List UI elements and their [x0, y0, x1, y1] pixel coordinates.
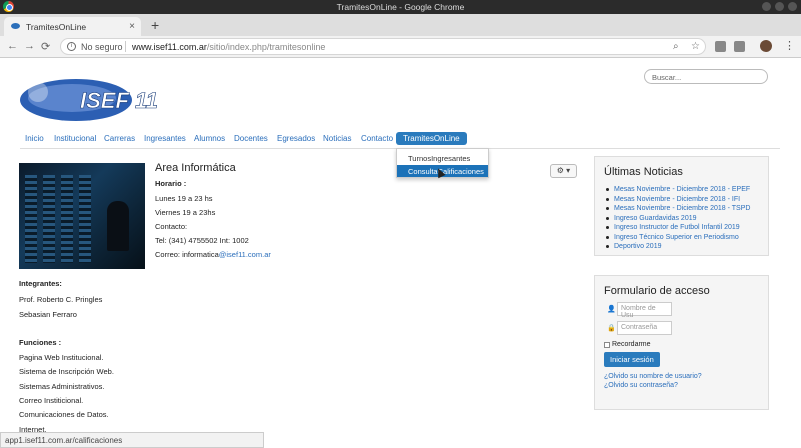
funcion-item: Comunicaciones de Datos.	[19, 410, 109, 419]
noticia-link[interactable]: Mesas Noviembre - Diciembre 2018 - IFI	[604, 195, 759, 205]
security-label: No seguro	[81, 42, 123, 52]
address-separator	[125, 41, 126, 52]
noticia-link[interactable]: Ingreso Guardavidas 2019	[604, 214, 759, 224]
funcion-item: Sistema de Inscripción Web.	[19, 367, 114, 376]
noticias-list: Mesas Noviembre - Diciembre 2018 - EPEF …	[604, 185, 759, 252]
zoom-icon[interactable]: ⌕	[673, 41, 679, 52]
new-tab-button[interactable]: +	[151, 17, 159, 33]
extension-icon[interactable]	[715, 41, 726, 52]
menu-item-noticias[interactable]: Noticias	[323, 134, 351, 143]
noticia-link[interactable]: Ingreso Técnico Superior en Periodismo	[604, 233, 759, 243]
server-rack	[43, 175, 55, 263]
user-icon: 👤	[607, 306, 616, 313]
lock-icon: 🔒	[607, 325, 616, 332]
maximize-button[interactable]	[775, 2, 784, 11]
tab-tramitesonline[interactable]: TramitesOnLine ×	[4, 17, 141, 36]
web-page: ISEF 11 Buscar... Inicio Institucional C…	[0, 58, 801, 448]
tab-close-icon[interactable]: ×	[129, 21, 135, 32]
menu-item-docentes[interactable]: Docentes	[234, 134, 268, 143]
chrome-menu-icon[interactable]: ⋮	[784, 39, 795, 52]
server-rack	[61, 175, 73, 263]
login-button[interactable]: Iniciar sesión	[604, 352, 660, 367]
noticia-link-text: Deportivo 2019	[614, 243, 662, 250]
menu-item-egresados[interactable]: Egresados	[277, 134, 315, 143]
tab-strip: TramitesOnLine × +	[0, 14, 801, 36]
menu-item-alumnos[interactable]: Alumnos	[194, 134, 225, 143]
hours-line-1: Lunes 19 a 23 hs	[155, 194, 213, 203]
integrantes-title: Integrantes:	[19, 279, 62, 288]
phone-text: Tel: (341) 4755502 Int: 1002	[155, 236, 249, 245]
funcion-item: Pagina Web Institucional.	[19, 353, 104, 362]
search-input[interactable]: Buscar...	[644, 69, 768, 84]
url-path: /sitio/index.php/tramitesonline	[206, 42, 326, 52]
member-item: Sebasian Ferraro	[19, 310, 77, 319]
window-title: TramitesOnLine - Google Chrome	[336, 2, 465, 12]
noticia-link[interactable]: Ingreso Instructor de Futbol Infantil 20…	[604, 223, 759, 233]
noticias-title: Últimas Noticias	[604, 166, 683, 178]
menu-item-institucional[interactable]: Institucional	[54, 134, 96, 143]
dropdown-item-turnos[interactable]: TurnosIngresantes	[397, 152, 488, 164]
forgot-username-link[interactable]: ¿Olvido su nombre de usuario?	[604, 373, 702, 380]
close-window-button[interactable]	[788, 2, 797, 11]
address-url: www.isef11.com.ar/sitio/index.php/tramit…	[132, 42, 325, 52]
password-input[interactable]: Contraseña	[617, 321, 672, 335]
login-title: Formulario de acceso	[604, 285, 710, 297]
area-title: Area Informática	[155, 162, 236, 174]
extension-icon[interactable]	[734, 41, 745, 52]
reload-icon[interactable]: ⟳	[41, 40, 50, 53]
noticia-link-continuation[interactable]: Deportivo 2019	[604, 242, 759, 252]
horario-label: Horario :	[155, 179, 187, 188]
funcion-item: Correo Institicional.	[19, 396, 84, 405]
server-room-photo	[19, 163, 145, 269]
server-rack	[25, 175, 37, 263]
options-gear-button[interactable]: ⚙ ▾	[550, 164, 577, 178]
email-text: Correo: informatica@isef11.com.ar	[155, 250, 271, 259]
funcion-item: Sistemas Administrativos.	[19, 382, 105, 391]
menu-item-tramitesonline[interactable]: TramitesOnLine	[396, 132, 467, 145]
address-bar[interactable]: i No seguro www.isef11.com.ar/sitio/inde…	[60, 38, 706, 55]
username-input[interactable]: Nombre de Usu	[617, 302, 672, 319]
forward-icon[interactable]: →	[24, 40, 35, 52]
window-titlebar: TramitesOnLine - Google Chrome	[0, 0, 801, 14]
info-icon[interactable]: i	[67, 42, 76, 51]
menu-item-contacto[interactable]: Contacto	[361, 134, 393, 143]
menu-item-inicio[interactable]: Inicio	[25, 134, 44, 143]
browser-toolbar: ← → ⟳ i No seguro www.isef11.com.ar/siti…	[0, 36, 801, 58]
site-favicon-icon	[11, 23, 20, 29]
email-link[interactable]: @isef11.com.ar	[219, 250, 271, 259]
noticias-panel: Últimas Noticias Mesas Noviembre - Dicie…	[594, 156, 769, 256]
logo-text: ISEF 11	[80, 88, 158, 113]
forgot-password-link[interactable]: ¿Olvido su contraseña?	[604, 382, 678, 389]
url-domain: www.isef11.com.ar	[132, 42, 207, 52]
server-rack	[79, 175, 91, 263]
hours-line-2: Viernes 19 a 23hs	[155, 208, 216, 217]
back-icon[interactable]: ←	[7, 40, 18, 52]
person-silhouette	[107, 201, 129, 251]
minimize-button[interactable]	[762, 2, 771, 11]
email-prefix: Correo: informatica	[155, 250, 219, 259]
remember-label: Recordarme	[612, 341, 651, 348]
status-bar: app1.isef11.com.ar/calificaciones	[0, 432, 264, 448]
member-item: Prof. Roberto C. Pringles	[19, 295, 103, 304]
remember-checkbox[interactable]	[604, 342, 610, 348]
tab-label: TramitesOnLine	[26, 22, 87, 32]
contact-label: Contacto:	[155, 222, 188, 231]
isef11-logo[interactable]: ISEF 11	[18, 74, 188, 122]
profile-avatar[interactable]	[760, 40, 772, 52]
menu-item-carreras[interactable]: Carreras	[104, 134, 135, 143]
noticia-link[interactable]: Mesas Noviembre - Diciembre 2018 - EPEF	[604, 185, 759, 195]
menu-item-ingresantes[interactable]: Ingresantes	[144, 134, 186, 143]
noticia-link[interactable]: Mesas Noviembre - Diciembre 2018 - TSPD	[604, 204, 759, 214]
bookmark-star-icon[interactable]: ☆	[691, 41, 700, 52]
funciones-title: Funciones :	[19, 338, 62, 347]
